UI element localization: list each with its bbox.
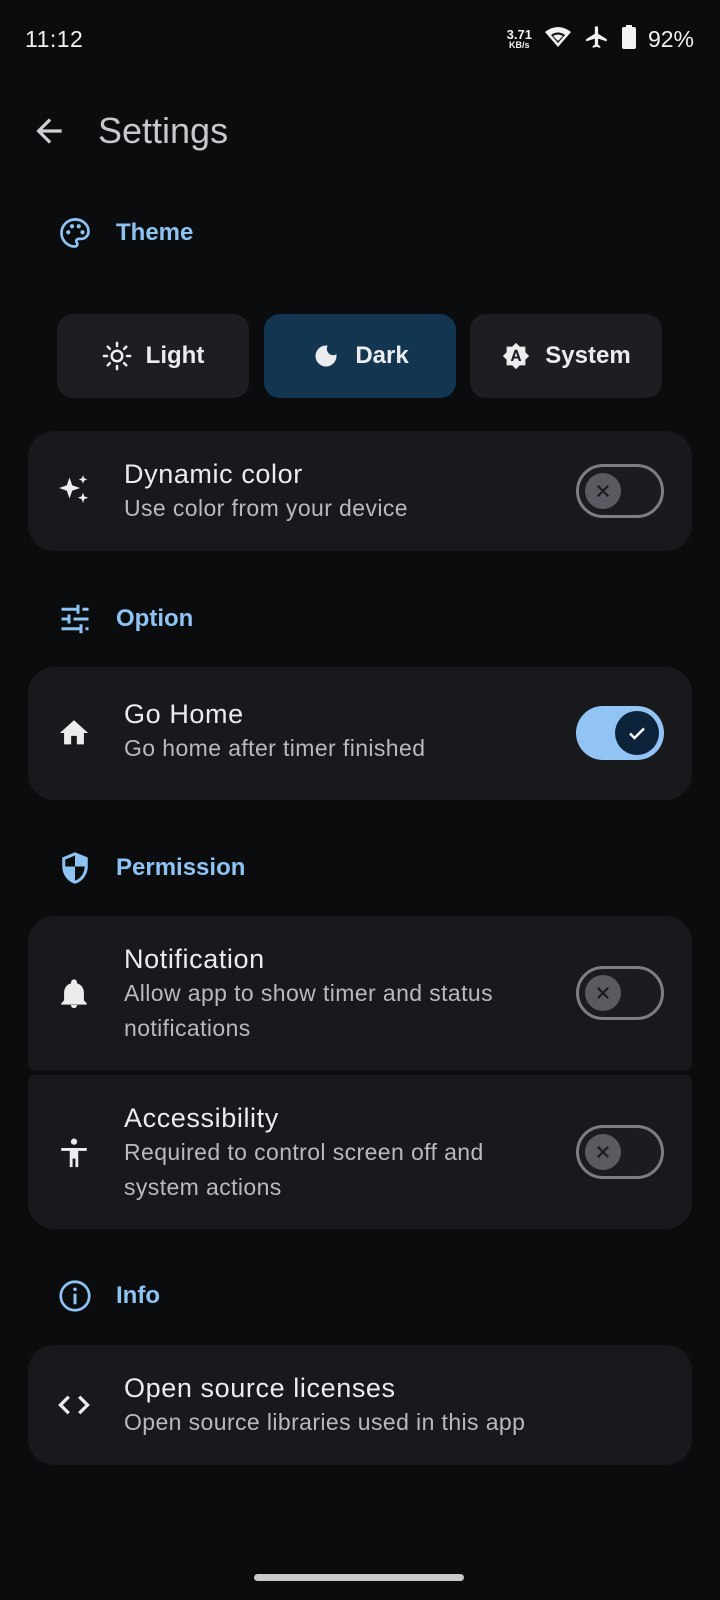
row-title: Open source licenses	[124, 1373, 396, 1403]
tune-icon	[56, 600, 94, 638]
section-label: Info	[116, 1282, 160, 1309]
row-subtitle: Required to control screen off and syste…	[124, 1139, 484, 1200]
sparkle-icon	[56, 473, 92, 509]
info-icon	[56, 1277, 94, 1315]
close-icon	[585, 975, 621, 1011]
net-speed-value: 3.71	[506, 26, 532, 42]
check-icon	[615, 711, 659, 755]
shield-icon	[56, 849, 94, 887]
net-speed: 3.71 KB/s	[506, 26, 532, 51]
status-time: 11:12	[25, 26, 84, 52]
code-icon	[56, 1387, 92, 1423]
gesture-home-indicator[interactable]	[254, 1574, 464, 1581]
back-arrow-icon[interactable]	[30, 112, 68, 150]
home-icon	[56, 715, 92, 751]
sun-icon	[102, 341, 132, 371]
theme-dark-label: Dark	[355, 342, 409, 369]
row-subtitle: Allow app to show timer and status notif…	[124, 980, 493, 1041]
accessibility-row[interactable]: Accessibility Required to control screen…	[28, 1075, 692, 1229]
status-icons: 3.71 KB/s 92%	[507, 24, 694, 55]
row-subtitle: Use color from your device	[124, 495, 408, 521]
airplane-icon	[584, 24, 610, 55]
theme-dark-button[interactable]: Dark	[264, 314, 456, 398]
section-header-option: Option	[56, 600, 193, 638]
theme-light-label: Light	[145, 342, 205, 369]
page-title: Settings	[98, 110, 229, 151]
bell-icon	[56, 976, 92, 1012]
notification-row[interactable]: Notification Allow app to show timer and…	[28, 916, 692, 1070]
section-label: Option	[116, 605, 194, 632]
section-label: Theme	[116, 219, 194, 246]
palette-icon	[56, 214, 94, 252]
close-icon	[585, 1134, 621, 1170]
auto-theme-icon	[501, 341, 531, 371]
section-label: Permission	[116, 854, 246, 881]
theme-system-button[interactable]: System	[470, 314, 662, 398]
accessibility-toggle[interactable]	[576, 1125, 664, 1179]
battery-icon	[621, 25, 636, 54]
row-subtitle: Go home after timer finished	[124, 735, 426, 761]
theme-light-button[interactable]: Light	[57, 314, 249, 398]
section-header-permission: Permission	[56, 849, 245, 887]
dynamic-color-row[interactable]: Dynamic color Use color from your device	[28, 431, 692, 551]
row-title: Go Home	[124, 699, 244, 729]
go-home-row[interactable]: Go Home Go home after timer finished	[28, 667, 692, 800]
section-header-info: Info	[56, 1277, 160, 1315]
row-subtitle: Open source libraries used in this app	[124, 1409, 526, 1435]
accessibility-icon	[56, 1135, 92, 1171]
battery-percent: 92%	[647, 26, 694, 52]
theme-system-label: System	[545, 342, 631, 369]
row-title: Accessibility	[124, 1103, 279, 1133]
moon-icon	[311, 341, 341, 371]
notification-toggle[interactable]	[576, 966, 664, 1020]
close-icon	[585, 473, 621, 509]
row-title: Dynamic color	[124, 459, 303, 489]
open-source-licenses-row[interactable]: Open source licenses Open source librari…	[28, 1345, 692, 1465]
go-home-toggle[interactable]	[576, 706, 664, 760]
dynamic-color-toggle[interactable]	[576, 464, 664, 518]
net-speed-unit: KB/s	[509, 39, 530, 50]
wifi-icon	[544, 26, 572, 53]
section-header-theme: Theme	[56, 214, 193, 252]
row-title: Notification	[124, 944, 265, 974]
